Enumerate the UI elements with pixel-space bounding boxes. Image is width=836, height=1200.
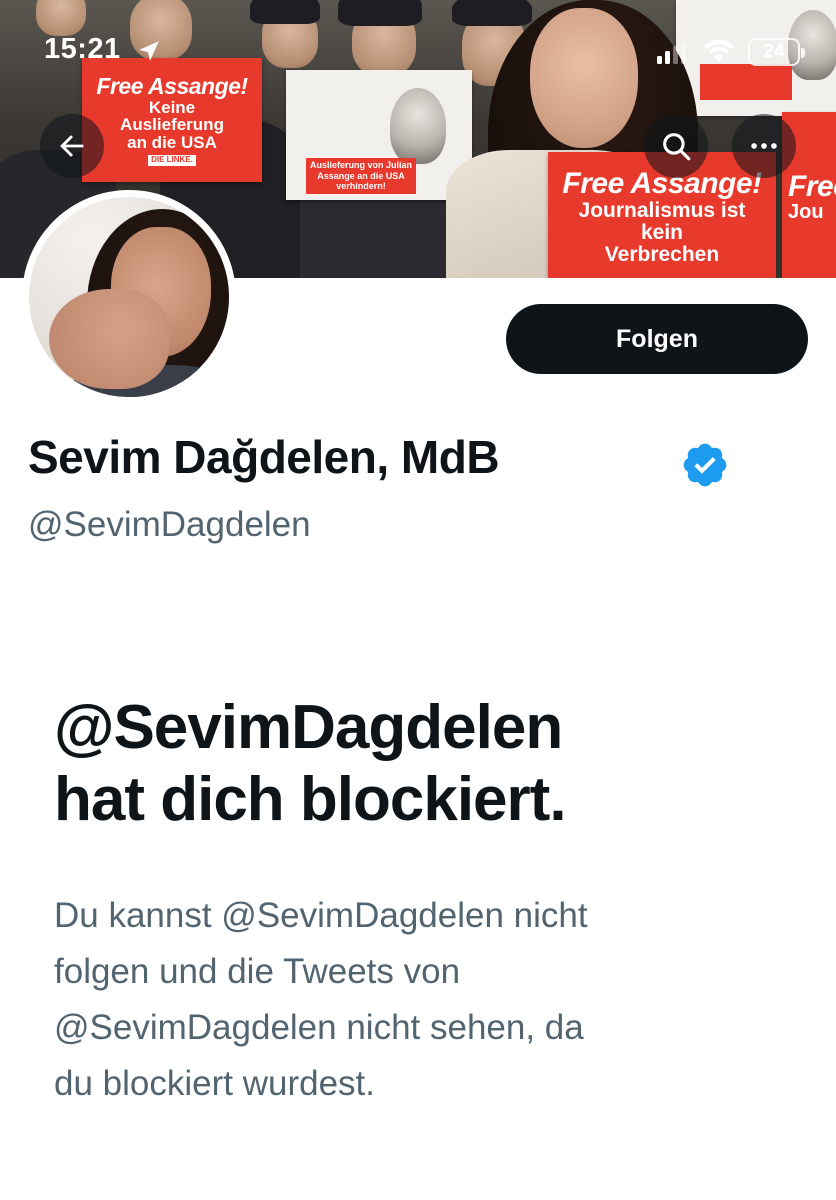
blocked-description-line: Du kannst @SevimDagdelen nicht	[54, 896, 588, 935]
status-time: 15:21	[44, 33, 121, 65]
profile-page: Free Assange! Keine Auslieferung an die …	[0, 0, 836, 1200]
placard-strip	[700, 64, 792, 100]
blocked-description-line: du blockiert wurdest.	[54, 1064, 375, 1103]
location-arrow-icon	[139, 41, 159, 61]
placard-text: Auslieferung von Julian Assange an die U…	[306, 158, 416, 194]
blocked-description: Du kannst @SevimDagdelen nicht folgen un…	[54, 888, 814, 1112]
cellular-signal-icon	[657, 42, 686, 64]
follow-button[interactable]: Folgen	[506, 304, 808, 374]
verified-badge-icon[interactable]	[680, 440, 730, 490]
sign-title: Free	[788, 169, 836, 203]
sign-text: Keine	[148, 97, 196, 117]
sign-text: kein	[640, 220, 684, 244]
protest-sign-left: Free Assange! Keine Auslieferung an die …	[82, 58, 262, 182]
more-icon	[751, 143, 777, 149]
avatar[interactable]	[22, 190, 236, 404]
display-name: Sevim Dağdelen, MdB	[28, 431, 500, 483]
battery-level: 24	[763, 41, 785, 62]
search-icon	[663, 133, 691, 161]
sign-text: Auslieferung	[120, 115, 224, 135]
avatar-hand	[49, 289, 169, 389]
sign-text: Jou	[788, 201, 824, 224]
crowd-head	[36, 0, 86, 36]
back-button[interactable]	[40, 114, 104, 178]
back-arrow-icon	[60, 135, 84, 157]
protester-face	[530, 8, 638, 148]
sign-text: an die USA	[127, 133, 217, 153]
profile-handle: @SevimDagdelen	[28, 505, 311, 544]
battery-indicator: 24	[748, 38, 805, 66]
blocked-description-line: folgen und die Tweets von	[54, 952, 461, 991]
more-button[interactable]	[732, 114, 796, 178]
blocked-title-line: @SevimDagdelen	[54, 693, 563, 762]
avatar-image	[29, 197, 229, 397]
crowd-hat	[338, 0, 422, 26]
blocked-title: @SevimDagdelen hat dich blockiert.	[54, 692, 814, 836]
sign-text: Journalismus ist	[578, 198, 746, 222]
sign-title: Free Assange!	[96, 73, 248, 100]
protest-placard: Auslieferung von Julian Assange an die U…	[286, 70, 472, 200]
follow-button-label: Folgen	[616, 324, 698, 353]
crowd-hat	[250, 0, 320, 24]
sign-tag: DIE LINKE.	[148, 155, 196, 166]
wifi-icon	[704, 39, 734, 62]
search-button[interactable]	[644, 114, 708, 178]
blocked-description-line: @SevimDagdelen nicht sehen, da	[54, 1008, 584, 1047]
blocked-title-line: hat dich blockiert.	[54, 765, 567, 834]
placard-photo	[390, 88, 446, 164]
crowd-hat	[452, 0, 532, 26]
sign-text: Verbrechen	[604, 242, 720, 266]
